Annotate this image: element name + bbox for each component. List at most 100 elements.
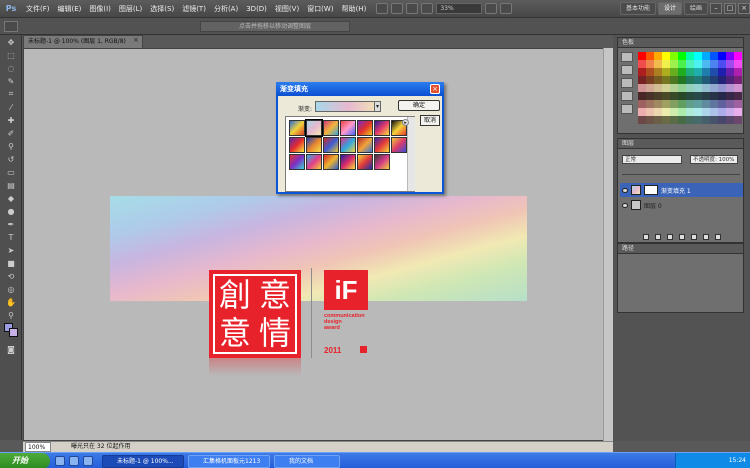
color-swatch[interactable]: [686, 68, 694, 76]
ok-button[interactable]: 确定: [398, 100, 440, 111]
maximize-button[interactable]: □: [724, 3, 736, 14]
color-swatch[interactable]: [734, 76, 742, 84]
color-swatch[interactable]: [678, 76, 686, 84]
color-swatch[interactable]: [638, 100, 646, 108]
minimize-button[interactable]: –: [710, 3, 722, 14]
menu-view[interactable]: 视图(V): [271, 4, 303, 14]
gradient-tool-icon[interactable]: ▤: [3, 179, 19, 191]
color-swatch[interactable]: [702, 68, 710, 76]
taskbar-photoshop-button[interactable]: 未标题-1 @ 100%...: [102, 455, 184, 468]
color-swatch[interactable]: [638, 76, 646, 84]
color-swatch[interactable]: [670, 92, 678, 100]
3d-orbit-tool-icon[interactable]: ◎: [3, 283, 19, 295]
document-tab[interactable]: 未标题-1 @ 100% (图层 1, RGB/8): [23, 35, 143, 48]
color-swatch[interactable]: [646, 52, 654, 60]
workspace-design[interactable]: 设计: [657, 2, 682, 15]
color-swatch[interactable]: [646, 92, 654, 100]
color-swatch[interactable]: [646, 116, 654, 124]
workspace-essentials[interactable]: 基本功能: [619, 2, 656, 15]
visibility-eye-icon[interactable]: [622, 202, 628, 208]
color-swatch[interactable]: [638, 52, 646, 60]
color-swatch[interactable]: [654, 116, 662, 124]
pen-tool-icon[interactable]: ✒: [3, 218, 19, 230]
color-swatch[interactable]: [670, 68, 678, 76]
gradient-preset[interactable]: [289, 120, 305, 136]
color-swatch[interactable]: [662, 84, 670, 92]
color-swatch[interactable]: [694, 116, 702, 124]
visibility-eye-icon[interactable]: [622, 187, 628, 193]
color-swatch[interactable]: [718, 108, 726, 116]
gradient-preset[interactable]: [357, 137, 373, 153]
color-swatch[interactable]: [686, 100, 694, 108]
arrange-documents-icon[interactable]: [485, 3, 498, 14]
gradient-preset[interactable]: [391, 137, 407, 153]
color-swatch[interactable]: [678, 92, 686, 100]
color-swatch[interactable]: [726, 84, 734, 92]
layer-row[interactable]: 渐变填充 1: [620, 183, 743, 197]
menu-help[interactable]: 帮助(H): [338, 4, 371, 14]
menu-3d[interactable]: 3D(D): [242, 5, 271, 13]
move-tool-icon[interactable]: ✥: [3, 36, 19, 48]
paths-tab[interactable]: 路径: [618, 244, 743, 254]
color-swatch[interactable]: [702, 84, 710, 92]
gradient-preset[interactable]: [306, 154, 322, 170]
color-swatch[interactable]: [726, 76, 734, 84]
color-swatch[interactable]: [662, 92, 670, 100]
cancel-button[interactable]: 取消: [420, 115, 440, 126]
color-swatch[interactable]: [670, 84, 678, 92]
color-swatch[interactable]: [702, 100, 710, 108]
gradient-preset[interactable]: [340, 137, 356, 153]
opacity-field[interactable]: 不透明度: 100%: [690, 155, 738, 164]
color-swatch[interactable]: [678, 60, 686, 68]
gradient-preset[interactable]: [306, 137, 322, 153]
color-swatch[interactable]: [686, 84, 694, 92]
color-swatch[interactable]: [710, 92, 718, 100]
color-swatch[interactable]: [710, 84, 718, 92]
color-swatch[interactable]: [638, 92, 646, 100]
color-swatch[interactable]: [734, 116, 742, 124]
color-swatch[interactable]: [646, 100, 654, 108]
add-mask-icon[interactable]: [666, 234, 673, 240]
color-swatch[interactable]: [726, 52, 734, 60]
color-swatch[interactable]: [670, 76, 678, 84]
color-swatch[interactable]: [654, 52, 662, 60]
color-swatch[interactable]: [710, 116, 718, 124]
color-swatch[interactable]: [638, 60, 646, 68]
menu-analysis[interactable]: 分析(A): [210, 4, 242, 14]
color-swatch[interactable]: [702, 52, 710, 60]
picker-flyout-menu-icon[interactable]: ▸: [402, 119, 409, 126]
color-swatch[interactable]: [718, 68, 726, 76]
color-swatch[interactable]: [686, 92, 694, 100]
color-swatch[interactable]: [638, 108, 646, 116]
shape-tool-icon[interactable]: ■: [3, 257, 19, 269]
color-swatch[interactable]: [734, 84, 742, 92]
color-swatch[interactable]: [694, 68, 702, 76]
color-swatch[interactable]: [726, 92, 734, 100]
crop-tool-icon[interactable]: ⌗: [3, 88, 19, 100]
workspace-painting[interactable]: 绘画: [683, 2, 708, 15]
color-swatch[interactable]: [678, 84, 686, 92]
color-swatch[interactable]: [670, 60, 678, 68]
color-swatch[interactable]: [662, 68, 670, 76]
new-layer-icon[interactable]: [702, 234, 709, 240]
delete-layer-icon[interactable]: [714, 234, 721, 240]
gradient-dropdown-arrow-icon[interactable]: ▾: [374, 101, 381, 112]
3d-rotate-tool-icon[interactable]: ⟲: [3, 270, 19, 282]
color-swatch[interactable]: [702, 108, 710, 116]
color-swatch[interactable]: [678, 116, 686, 124]
gradient-preset[interactable]: [305, 119, 323, 137]
color-swatch[interactable]: [654, 84, 662, 92]
color-swatch[interactable]: [686, 76, 694, 84]
color-swatch[interactable]: [654, 68, 662, 76]
color-swatch[interactable]: [678, 52, 686, 60]
gradient-preset-picker[interactable]: [285, 116, 415, 192]
eraser-tool-icon[interactable]: ▭: [3, 166, 19, 178]
color-swatch[interactable]: [646, 84, 654, 92]
color-swatch[interactable]: [726, 100, 734, 108]
color-swatch[interactable]: [646, 68, 654, 76]
color-swatch[interactable]: [662, 108, 670, 116]
color-swatch[interactable]: [718, 76, 726, 84]
quicklaunch-ie-icon[interactable]: [69, 456, 79, 466]
color-swatch[interactable]: [718, 60, 726, 68]
color-swatch[interactable]: [710, 76, 718, 84]
